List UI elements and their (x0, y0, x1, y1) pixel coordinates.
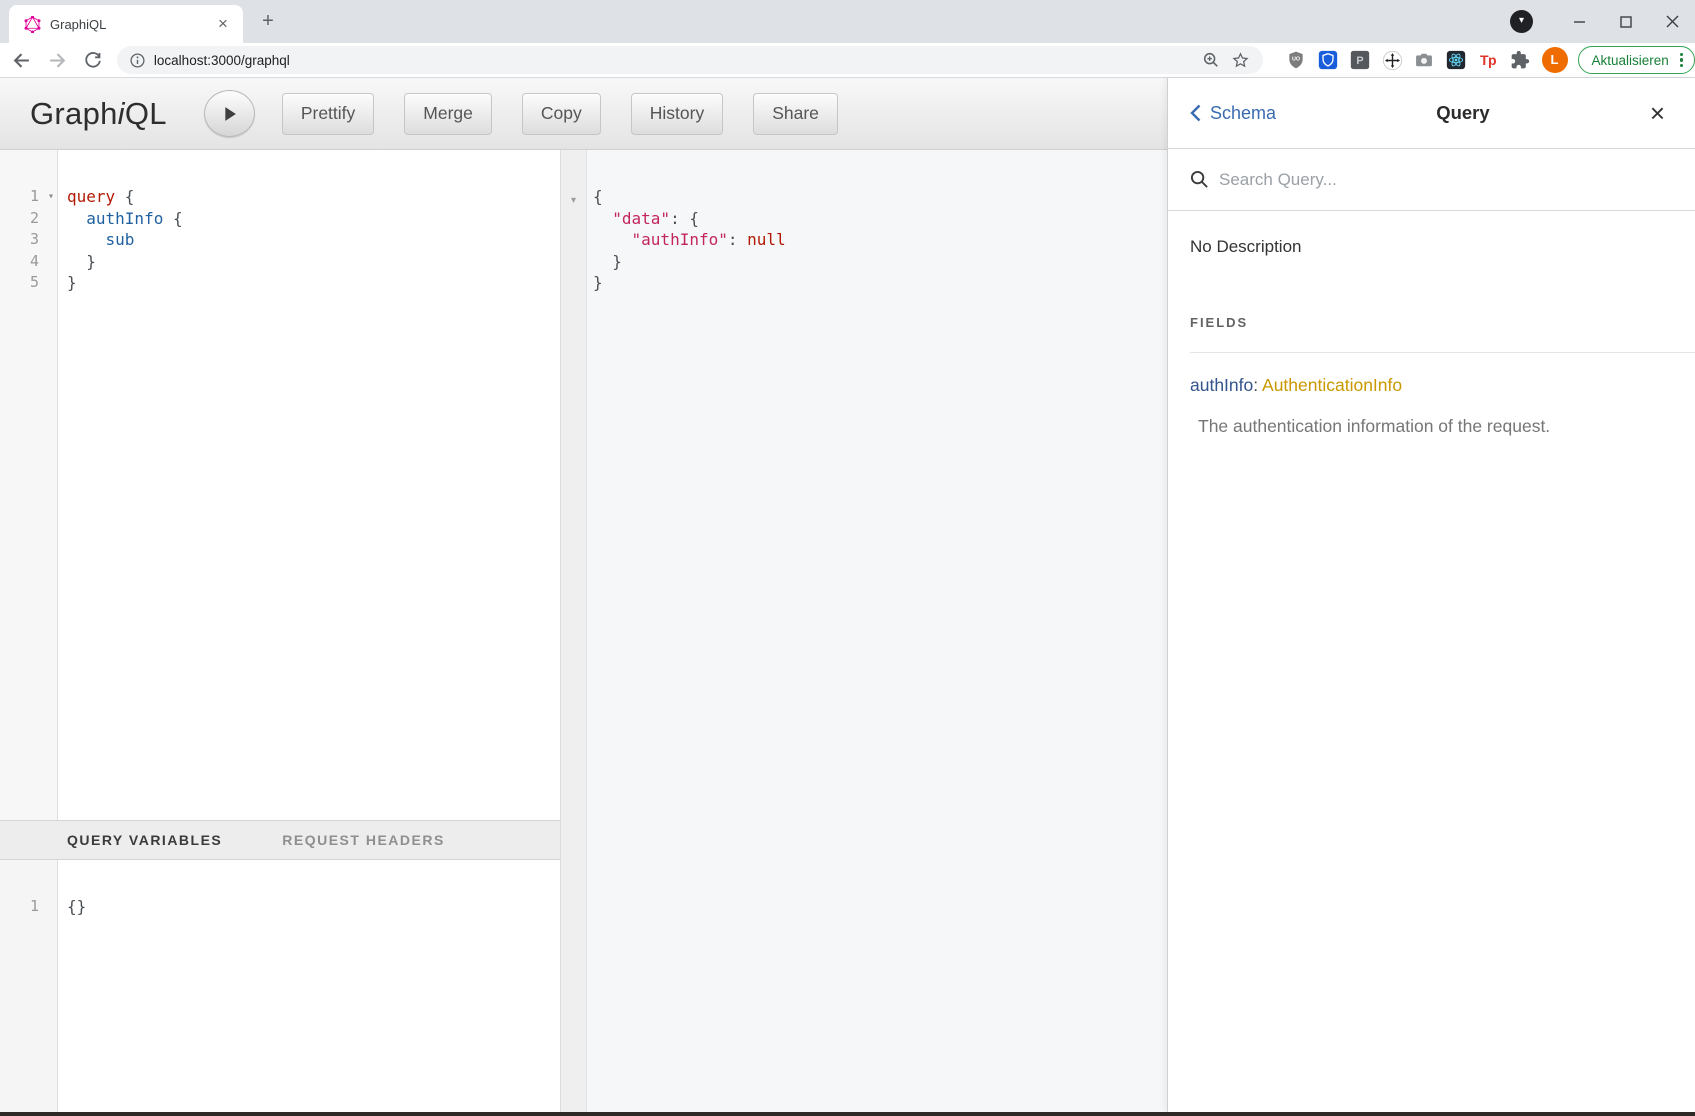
search-icon (1190, 170, 1209, 189)
variables-section: QUERY VARIABLES REQUEST HEADERS 1 {} (0, 820, 560, 1112)
query-editor-pane[interactable]: 1▾2345 query { authInfo { sub }} QUERY V… (0, 150, 560, 1112)
window-bottom-edge (0, 1112, 1695, 1116)
chevron-left-icon (1190, 104, 1201, 122)
fold-arrow-icon[interactable]: ▾ (571, 195, 576, 206)
result-pane: ▾ { "data": { "authInfo": null }} (560, 150, 1167, 1112)
menu-kebab-icon[interactable] (1678, 51, 1685, 70)
camera-extension-icon[interactable] (1412, 48, 1437, 73)
window-close-button[interactable] (1649, 0, 1695, 43)
chevron-down-circle-icon[interactable]: ▾ (1510, 10, 1533, 33)
doc-explorer-panel: Schema Query × No Description FIELDS aut… (1167, 78, 1695, 1112)
doc-no-description: No Description (1190, 237, 1673, 257)
merge-button[interactable]: Merge (404, 93, 492, 135)
doc-field-description: The authentication information of the re… (1198, 416, 1673, 437)
svg-text:P: P (1356, 55, 1363, 67)
zoom-icon[interactable] (1199, 48, 1223, 72)
react-devtools-extension-icon[interactable] (1444, 48, 1469, 73)
tab-query-variables[interactable]: QUERY VARIABLES (67, 832, 222, 848)
back-icon[interactable] (8, 46, 36, 74)
query-editor[interactable]: 1▾2345 query { authInfo { sub }} (0, 150, 560, 820)
result-json: { "data": { "authInfo": null }} (593, 150, 1167, 294)
variables-tabbar: QUERY VARIABLES REQUEST HEADERS (0, 820, 560, 860)
variables-editor-gutter: 1 (0, 860, 58, 1112)
url-omnibox[interactable]: localhost:3000/graphql (117, 46, 1263, 74)
url-text[interactable]: localhost:3000/graphql (154, 53, 1193, 68)
result-fold-gutter: ▾ (560, 150, 587, 1112)
browser-titlebar: GraphiQL × + ▾ (0, 0, 1695, 43)
prettify-button[interactable]: Prettify (282, 93, 374, 135)
doc-fields-heading: FIELDS (1190, 315, 1673, 330)
svg-text:UO: UO (1292, 56, 1300, 62)
move-arrows-extension-icon[interactable] (1380, 48, 1405, 73)
copy-button[interactable]: Copy (522, 93, 601, 135)
doc-field-row: authInfo: AuthenticationInfo (1190, 375, 1673, 396)
doc-divider (1190, 352, 1695, 353)
doc-search-input[interactable] (1219, 170, 1695, 190)
doc-explorer-header: Schema Query × (1168, 78, 1695, 149)
execute-query-button[interactable] (204, 90, 255, 137)
new-tab-button[interactable]: + (255, 9, 281, 35)
doc-title: Query (1276, 102, 1650, 124)
bookmark-star-icon[interactable] (1229, 48, 1253, 72)
reload-icon[interactable] (79, 46, 107, 74)
ublock-extension-icon[interactable]: UO (1284, 48, 1309, 73)
chrome-update-button[interactable]: Aktualisieren (1578, 46, 1695, 74)
graphiql-logo: GraphiQL (30, 96, 167, 132)
share-button[interactable]: Share (753, 93, 838, 135)
p-extension-icon[interactable]: P (1348, 48, 1373, 73)
doc-close-icon[interactable]: × (1650, 102, 1665, 124)
doc-back-label: Schema (1210, 103, 1276, 124)
profile-avatar[interactable]: L (1542, 47, 1568, 73)
doc-search-row (1168, 149, 1695, 211)
tab-title: GraphiQL (50, 17, 213, 32)
query-editor-code[interactable]: query { authInfo { sub }} (58, 150, 560, 294)
browser-tab[interactable]: GraphiQL × (9, 5, 243, 43)
forward-icon[interactable] (44, 46, 72, 74)
window-controls: ▾ (1510, 0, 1695, 43)
tab-close-icon[interactable]: × (213, 14, 233, 34)
variables-editor[interactable]: 1 {} (0, 860, 560, 1112)
history-button[interactable]: History (631, 93, 723, 135)
graphql-favicon-icon (24, 16, 41, 33)
extensions-row: UO P Tp L Akt (1277, 46, 1695, 74)
doc-back-link[interactable]: Schema (1190, 103, 1276, 124)
field-colon: : (1253, 375, 1262, 395)
tab-request-headers[interactable]: REQUEST HEADERS (282, 832, 445, 848)
browser-addressbar: localhost:3000/graphql UO P (0, 43, 1695, 78)
variables-editor-code[interactable]: {} (58, 860, 560, 918)
query-editor-gutter: 1▾2345 (0, 150, 58, 820)
field-name-link[interactable]: authInfo (1190, 375, 1253, 395)
site-info-icon[interactable] (129, 52, 146, 69)
update-label: Aktualisieren (1592, 53, 1669, 68)
play-icon (218, 103, 240, 125)
minimize-button[interactable] (1557, 0, 1603, 43)
field-type-link[interactable]: AuthenticationInfo (1262, 375, 1402, 395)
maximize-button[interactable] (1603, 0, 1649, 43)
extensions-puzzle-icon[interactable] (1508, 48, 1533, 73)
browser-window: GraphiQL × + ▾ (0, 0, 1695, 1116)
tampermonkey-tp-extension-icon[interactable]: Tp (1476, 48, 1501, 73)
bitwarden-extension-icon[interactable] (1316, 48, 1341, 73)
